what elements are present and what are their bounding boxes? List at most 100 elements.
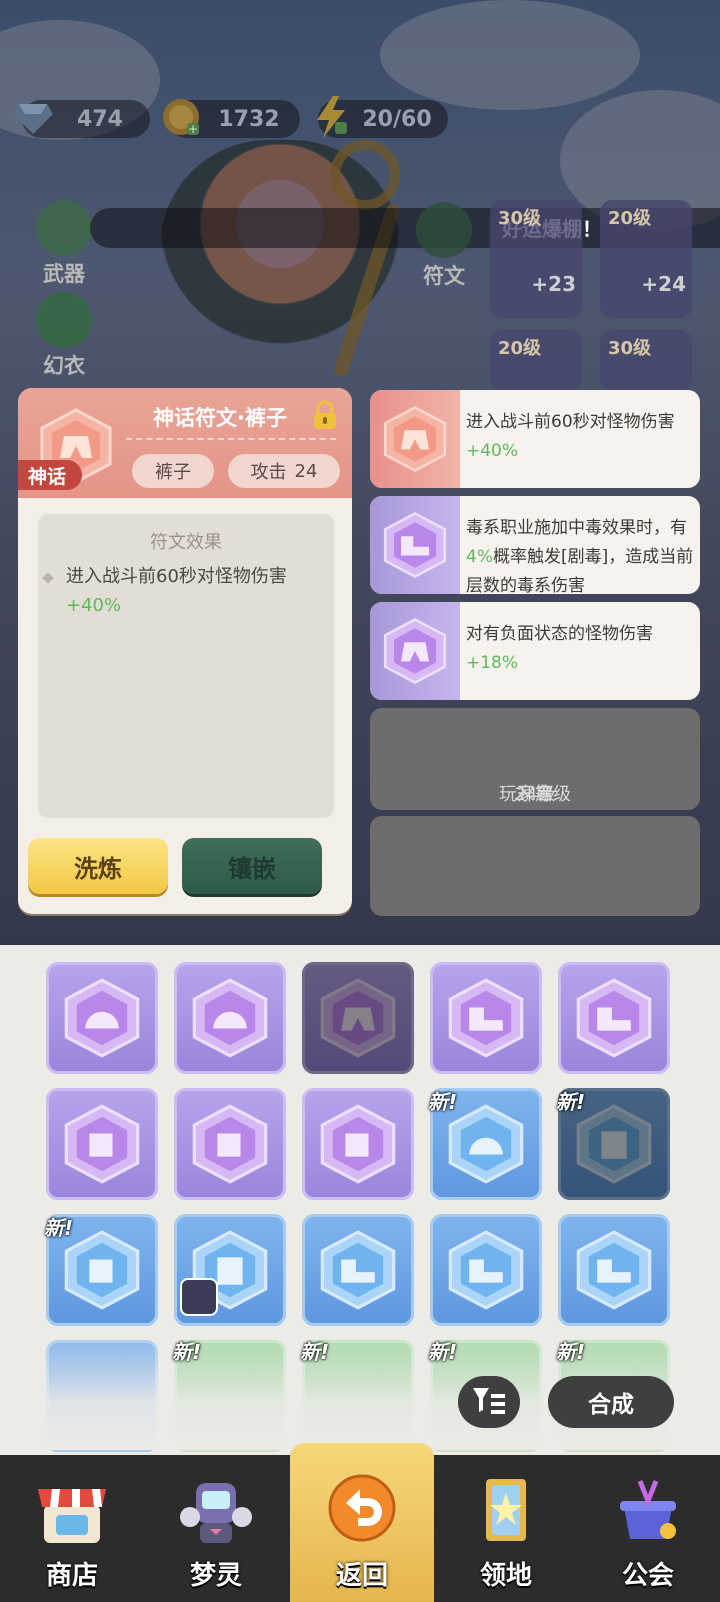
inventory-rune[interactable] bbox=[558, 962, 670, 1074]
slot-gem bbox=[370, 602, 460, 700]
new-badge: 新! bbox=[172, 1340, 202, 1364]
slot-effect: 对有负面状态的怪物伤害 +18% bbox=[466, 620, 696, 678]
equipment-card[interactable]: 20级 +24 bbox=[600, 200, 692, 318]
slot-effect-text: 进入战斗前60秒对怪物伤害 bbox=[466, 412, 675, 432]
guild-icon bbox=[620, 1480, 676, 1539]
return-arrow-icon bbox=[328, 1474, 396, 1542]
nav-return[interactable]: 返回 bbox=[290, 1443, 434, 1602]
attack-stat-chip: 攻击 24 bbox=[228, 454, 340, 488]
glove-rune-gem-icon bbox=[64, 1104, 140, 1184]
refine-button[interactable]: 洗炼 bbox=[28, 838, 168, 894]
slot-effect-text: 概率触发[剧毒]，造成当前层数的毒系伤害 bbox=[466, 547, 694, 594]
locked-rune-slot: 玩家等级 24级 开启 bbox=[370, 708, 700, 810]
equipment-level: 30级 bbox=[608, 338, 652, 359]
slot-effect-text: 毒系职业施加中毒效果时，有 bbox=[466, 518, 687, 538]
effect-title: 符文效果 bbox=[150, 532, 222, 553]
new-badge: 新! bbox=[428, 1090, 458, 1114]
weapon-label: 武器 bbox=[43, 262, 85, 286]
glove-rune-gem-icon bbox=[320, 1104, 396, 1184]
shoes-rune-gem-icon bbox=[320, 1230, 396, 1310]
effect-text: 进入战斗前60秒对怪物伤害 bbox=[66, 566, 287, 587]
shoes-rune-gem-icon bbox=[576, 1230, 652, 1310]
weapon-icon bbox=[36, 200, 92, 256]
new-badge: 新! bbox=[300, 1340, 330, 1364]
slot-effect-value: +18% bbox=[466, 653, 519, 673]
filter-icon bbox=[473, 1388, 505, 1414]
territory-icon bbox=[486, 1479, 526, 1541]
effect-item: 进入战斗前60秒对怪物伤害 +40% bbox=[42, 562, 328, 620]
new-badge: 新! bbox=[556, 1090, 586, 1114]
nav-label: 领地 bbox=[479, 1561, 532, 1591]
nav-label: 公会 bbox=[621, 1561, 674, 1591]
inventory-rune-equipped[interactable] bbox=[302, 962, 414, 1074]
diamond-icon bbox=[12, 96, 54, 138]
stat-label: 攻击 bbox=[250, 462, 287, 483]
diamond-value: 474 bbox=[77, 106, 123, 132]
inventory-rune[interactable] bbox=[302, 1088, 414, 1200]
nav-label: 商店 bbox=[45, 1561, 98, 1591]
rune-slot[interactable]: 对有负面状态的怪物伤害 +18% bbox=[370, 602, 700, 700]
equipment-level: 20级 bbox=[608, 208, 652, 229]
rune-slot[interactable]: 毒系职业施加中毒效果时，有 4%概率触发[剧毒]，造成当前层数的毒系伤害 bbox=[370, 496, 700, 594]
slot-effect-value: +40% bbox=[466, 441, 519, 461]
bullet-icon bbox=[42, 572, 54, 584]
equipped-by-robot-icon bbox=[180, 1278, 218, 1316]
inventory-rune[interactable] bbox=[558, 1214, 670, 1326]
slot-gem bbox=[370, 496, 460, 594]
nav-dream-spirit[interactable]: 梦灵 bbox=[144, 1455, 288, 1602]
inventory-rune[interactable] bbox=[302, 1214, 414, 1326]
inlay-button[interactable]: 镶嵌 bbox=[182, 838, 322, 894]
weapon-menu-button[interactable]: 武器 bbox=[24, 200, 104, 288]
rune-effect-box: 符文效果 进入战斗前60秒对怪物伤害 +40% bbox=[38, 514, 334, 818]
slot-effect-text: 对有负面状态的怪物伤害 bbox=[466, 624, 653, 644]
inventory-rune[interactable] bbox=[46, 962, 158, 1074]
compose-button[interactable]: 合成 bbox=[548, 1376, 674, 1428]
shoes-rune-gem-icon bbox=[448, 1230, 524, 1310]
skin-menu-button[interactable]: 幻衣 bbox=[24, 292, 104, 380]
nav-shop[interactable]: 商店 bbox=[0, 1455, 144, 1602]
inventory-rune[interactable] bbox=[46, 1088, 158, 1200]
title-divider bbox=[126, 438, 336, 440]
svg-text:+: + bbox=[188, 122, 198, 136]
new-badge: 新! bbox=[44, 1216, 74, 1240]
inventory-rune[interactable] bbox=[174, 1088, 286, 1200]
shirt-icon bbox=[36, 292, 92, 348]
inventory-rune[interactable] bbox=[430, 1214, 542, 1326]
inventory-rune[interactable] bbox=[174, 962, 286, 1074]
pants-rune-gem-icon bbox=[383, 406, 447, 472]
pants-rune-gem-icon bbox=[383, 618, 447, 684]
shoes-rune-gem-icon bbox=[576, 978, 652, 1058]
helmet-rune-gem-icon bbox=[192, 978, 268, 1058]
nav-guild[interactable]: 公会 bbox=[576, 1455, 720, 1602]
rune-detail-panel: 神话符文·裤子 裤子 攻击 24 神话 符文效果 进入战斗前60秒对怪物伤害 +… bbox=[18, 388, 352, 914]
new-badge: 新! bbox=[428, 1340, 458, 1364]
rune-label: 符文 bbox=[423, 264, 465, 288]
nav-label: 返回 bbox=[335, 1561, 388, 1591]
nav-territory[interactable]: 领地 bbox=[434, 1455, 578, 1602]
lock-icon[interactable] bbox=[312, 400, 338, 430]
filter-button[interactable] bbox=[458, 1376, 520, 1428]
rune-menu-button[interactable]: 符文 bbox=[404, 202, 484, 290]
rune-icon bbox=[416, 202, 472, 258]
equipment-card[interactable]: 30级 bbox=[600, 330, 692, 390]
rune-title: 神话符文·裤子 bbox=[153, 406, 287, 430]
rune-slot[interactable]: 进入战斗前60秒对怪物伤害 +40% bbox=[370, 390, 700, 488]
helmet-rune-gem-icon bbox=[64, 978, 140, 1058]
lightning-energy-icon bbox=[310, 96, 352, 138]
equipment-level: 20级 bbox=[498, 338, 542, 359]
effect-value: +40% bbox=[66, 595, 122, 616]
gold-coin-icon: + bbox=[160, 96, 202, 138]
inventory-rune[interactable] bbox=[430, 962, 542, 1074]
unlock-suffix: 开启 bbox=[517, 784, 553, 805]
pants-rune-gem-icon bbox=[320, 978, 396, 1058]
new-badge: 新! bbox=[556, 1340, 586, 1364]
locked-rune-slot bbox=[370, 816, 700, 916]
slot-effect: 毒系职业施加中毒效果时，有 4%概率触发[剧毒]，造成当前层数的毒系伤害 bbox=[466, 514, 696, 594]
slot-type-chip: 裤子 bbox=[132, 454, 214, 488]
skin-label: 幻衣 bbox=[43, 354, 85, 378]
slot-effect: 进入战斗前60秒对怪物伤害 +40% bbox=[466, 408, 696, 466]
stat-value: 24 bbox=[294, 460, 318, 482]
equipment-card[interactable]: 30级 +23 bbox=[490, 200, 582, 318]
equipment-card[interactable]: 20级 bbox=[490, 330, 582, 390]
nav-label: 梦灵 bbox=[189, 1561, 242, 1591]
